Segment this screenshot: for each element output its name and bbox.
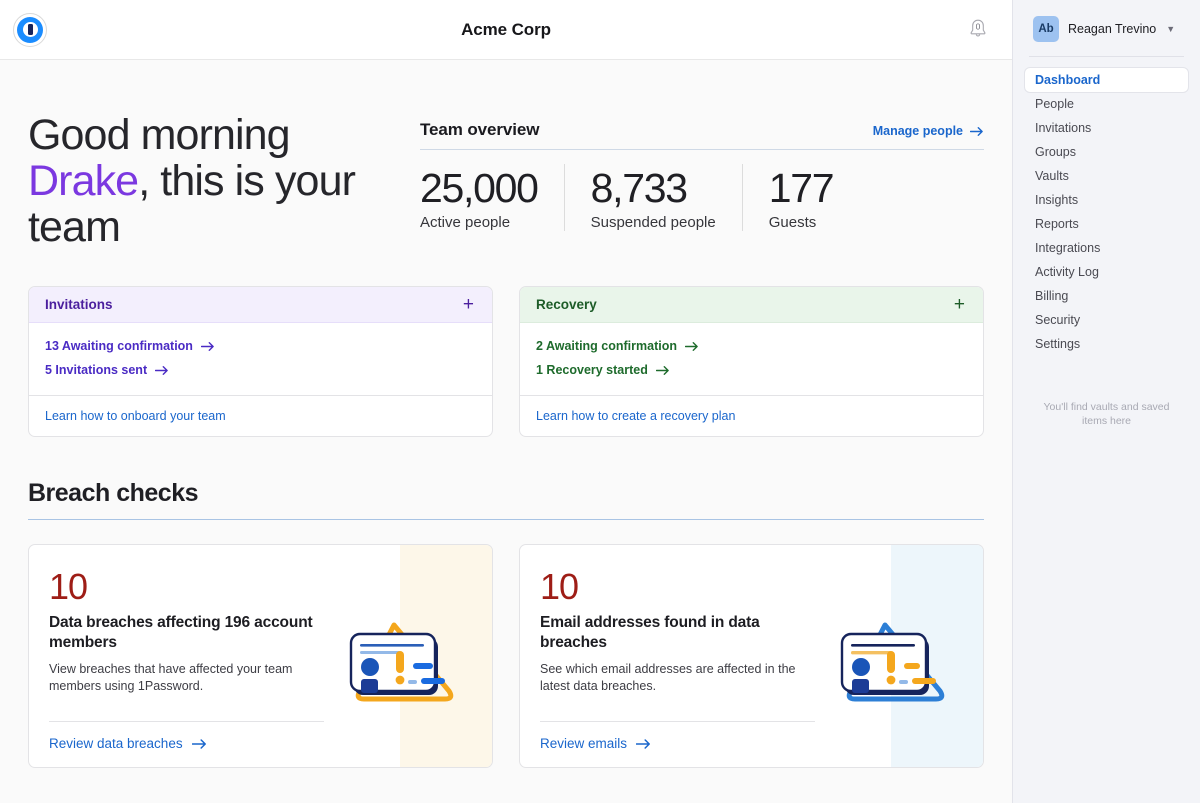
sidebar-item-vaults[interactable]: Vaults <box>1025 164 1188 188</box>
arrow-right-icon <box>192 738 207 750</box>
stat-value: 177 <box>769 164 834 212</box>
arrow-right-icon <box>970 126 984 137</box>
recovery-card: Recovery + 2 Awaiting confirmation 1 Rec… <box>519 286 984 437</box>
org-title: Acme Corp <box>0 20 1012 40</box>
onboard-team-link[interactable]: Learn how to onboard your team <box>45 409 226 423</box>
dashboard-content: Good morning Drake, this is your team Te… <box>0 60 1012 803</box>
team-overview-header: Team overview Manage people <box>420 120 984 150</box>
top-bar: Acme Corp 0 <box>0 0 1012 60</box>
notifications-button[interactable]: 0 <box>964 16 992 44</box>
invitations-sent-row[interactable]: 5 Invitations sent <box>45 358 476 382</box>
sidebar-item-people[interactable]: People <box>1025 92 1188 116</box>
bell-icon: 0 <box>966 17 990 42</box>
sidebar-item-insights[interactable]: Insights <box>1025 188 1188 212</box>
sidebar-item-security[interactable]: Security <box>1025 308 1188 332</box>
greeting-prefix: Good morning <box>28 111 290 159</box>
recovery-plan-link[interactable]: Learn how to create a recovery plan <box>536 409 735 423</box>
invitations-card-header: Invitations + <box>29 287 492 323</box>
sidebar-item-dashboard[interactable]: Dashboard <box>1025 68 1188 92</box>
greeting-user-name: Drake <box>28 157 138 205</box>
sidebar-item-integrations[interactable]: Integrations <box>1025 236 1188 260</box>
breach-checks-title: Breach checks <box>28 479 984 520</box>
logo-ring <box>17 17 43 43</box>
arrow-right-icon <box>155 365 169 376</box>
row-label: 2 Awaiting confirmation <box>536 339 677 353</box>
user-name: Reagan Trevino <box>1068 22 1156 36</box>
row-label: 1 Recovery started <box>536 363 648 377</box>
sidebar-item-billing[interactable]: Billing <box>1025 284 1188 308</box>
right-sidebar: Ab Reagan Trevino ▼ Dashboard People Inv… <box>1012 0 1200 803</box>
stat-value: 25,000 <box>420 164 538 212</box>
recovery-started-row[interactable]: 1 Recovery started <box>536 358 967 382</box>
recovery-card-footer: Learn how to create a recovery plan <box>520 395 983 436</box>
notification-count: 0 <box>976 22 981 32</box>
row-label: 5 Invitations sent <box>45 363 147 377</box>
invitations-card: Invitations + 13 Awaiting confirmation 5… <box>28 286 493 437</box>
sidebar-item-groups[interactable]: Groups <box>1025 140 1188 164</box>
stat-guests: 177 Guests <box>742 164 860 231</box>
link-label: Review data breaches <box>49 736 183 751</box>
hero-row: Good morning Drake, this is your team Te… <box>28 60 984 250</box>
sidebar-item-activity-log[interactable]: Activity Log <box>1025 260 1188 284</box>
add-recovery-button[interactable]: + <box>952 298 967 312</box>
recovery-card-body: 2 Awaiting confirmation 1 Recovery start… <box>520 323 983 395</box>
add-invitation-button[interactable]: + <box>461 298 476 312</box>
arrow-right-icon <box>656 365 670 376</box>
review-emails-link[interactable]: Review emails <box>540 722 815 767</box>
sidebar-item-settings[interactable]: Settings <box>1025 332 1188 356</box>
recovery-card-title: Recovery <box>536 297 597 312</box>
invitations-card-body: 13 Awaiting confirmation 5 Invitations s… <box>29 323 492 395</box>
team-overview-panel: Team overview Manage people 25,000 Activ… <box>400 112 984 250</box>
team-overview-title: Team overview <box>420 120 539 140</box>
logo-container[interactable] <box>13 13 47 47</box>
email-breaches-description: See which email addresses are affected i… <box>540 661 815 695</box>
team-stats: 25,000 Active people 8,733 Suspended peo… <box>420 150 984 231</box>
recovery-card-header: Recovery + <box>520 287 983 323</box>
data-breaches-heading: Data breaches affecting 196 account memb… <box>49 613 324 653</box>
breach-cards-row: 10 Data breaches affecting 196 account m… <box>28 544 984 768</box>
sidebar-item-reports[interactable]: Reports <box>1025 212 1188 236</box>
sidebar-nav: Dashboard People Invitations Groups Vaul… <box>1013 57 1200 356</box>
email-breaches-card-content: 10 Email addresses found in data breache… <box>520 545 835 767</box>
logo-keyhole <box>28 24 33 35</box>
logo-inner-circle <box>23 22 38 37</box>
stat-label: Guests <box>769 214 834 231</box>
sidebar-empty-note: You'll find vaults and saved items here <box>1013 400 1200 428</box>
manage-people-label: Manage people <box>873 124 963 138</box>
chevron-down-icon: ▼ <box>1166 24 1175 34</box>
breach-warning-illustration-blue <box>836 613 949 709</box>
arrow-right-icon <box>201 341 215 352</box>
data-breaches-card[interactable]: 10 Data breaches affecting 196 account m… <box>28 544 493 768</box>
app-root: Acme Corp 0 Good morning Drake, this is … <box>0 0 1200 803</box>
arrow-right-icon <box>685 341 699 352</box>
data-breaches-description: View breaches that have affected your te… <box>49 661 324 695</box>
arrow-right-icon <box>636 738 651 750</box>
avatar: Ab <box>1033 16 1059 42</box>
page-title: Good morning Drake, this is your team <box>28 112 400 250</box>
1password-logo-icon[interactable] <box>13 13 47 47</box>
stat-active-people: 25,000 Active people <box>420 164 564 231</box>
stat-value: 8,733 <box>591 164 716 212</box>
data-breaches-card-content: 10 Data breaches affecting 196 account m… <box>29 545 344 767</box>
invitations-card-footer: Learn how to onboard your team <box>29 395 492 436</box>
stat-label: Suspended people <box>591 214 716 231</box>
invitations-awaiting-confirmation-row[interactable]: 13 Awaiting confirmation <box>45 334 476 358</box>
stat-label: Active people <box>420 214 538 231</box>
email-breaches-count: 10 <box>540 567 815 607</box>
breach-warning-illustration-amber <box>345 613 458 709</box>
row-label: 13 Awaiting confirmation <box>45 339 193 353</box>
user-account-menu[interactable]: Ab Reagan Trevino ▼ <box>1013 0 1200 56</box>
email-breaches-card[interactable]: 10 Email addresses found in data breache… <box>519 544 984 768</box>
status-cards-row: Invitations + 13 Awaiting confirmation 5… <box>28 286 984 437</box>
sidebar-item-invitations[interactable]: Invitations <box>1025 116 1188 140</box>
recovery-awaiting-confirmation-row[interactable]: 2 Awaiting confirmation <box>536 334 967 358</box>
main-content-column: Acme Corp 0 Good morning Drake, this is … <box>0 0 1012 803</box>
data-breaches-count: 10 <box>49 567 324 607</box>
review-data-breaches-link[interactable]: Review data breaches <box>49 722 324 767</box>
email-breaches-heading: Email addresses found in data breaches <box>540 613 815 653</box>
manage-people-link[interactable]: Manage people <box>873 124 984 138</box>
invitations-card-title: Invitations <box>45 297 113 312</box>
stat-suspended-people: 8,733 Suspended people <box>564 164 742 231</box>
link-label: Review emails <box>540 736 627 751</box>
